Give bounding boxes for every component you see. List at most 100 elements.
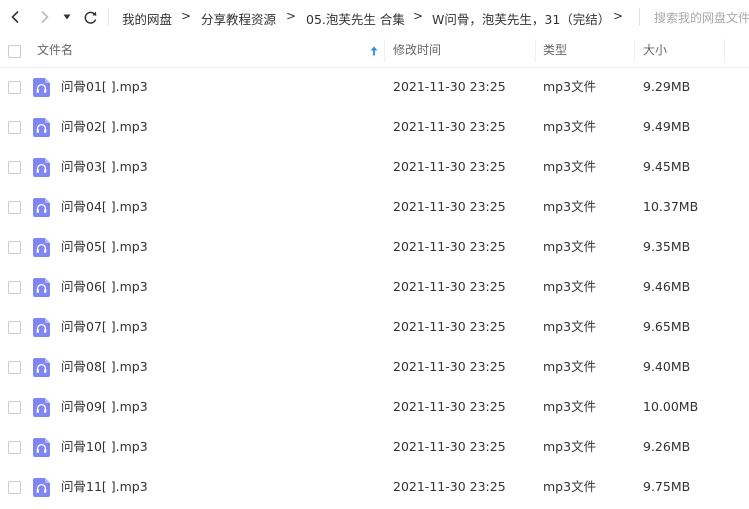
row-checkbox[interactable] <box>8 161 21 174</box>
row-checkbox[interactable] <box>8 281 21 294</box>
audio-file-icon <box>33 158 50 177</box>
column-divider[interactable] <box>535 39 536 62</box>
file-size: 9.45MB <box>643 159 691 174</box>
file-size: 9.65MB <box>643 319 691 334</box>
file-modified: 2021-11-30 23:25 <box>393 159 506 174</box>
table-row[interactable]: 问骨05[ ].mp3 2021-11-30 23:25 mp3文件 9.35M… <box>0 227 749 267</box>
file-type: mp3文件 <box>543 119 597 134</box>
file-modified: 2021-11-30 23:25 <box>393 279 506 294</box>
search-divider <box>639 8 640 26</box>
audio-file-icon <box>33 478 50 497</box>
column-divider[interactable] <box>724 39 725 62</box>
breadcrumb-separator: > <box>613 9 624 23</box>
audio-file-icon <box>33 398 50 417</box>
sort-up-icon[interactable] <box>370 46 378 56</box>
table-row[interactable]: 问骨06[ ].mp3 2021-11-30 23:25 mp3文件 9.46M… <box>0 267 749 307</box>
chevron-left-icon <box>11 10 19 24</box>
file-size: 9.49MB <box>643 119 691 134</box>
file-modified: 2021-11-30 23:25 <box>393 399 506 414</box>
search-input[interactable]: 搜索我的网盘文件 <box>654 9 749 26</box>
breadcrumb-separator: > <box>413 9 424 23</box>
history-dropdown-button[interactable] <box>60 6 74 28</box>
row-checkbox[interactable] <box>8 481 21 494</box>
file-name[interactable]: 问骨03[ ].mp3 <box>61 147 148 187</box>
row-checkbox[interactable] <box>8 441 21 454</box>
audio-file-icon <box>33 238 50 257</box>
file-name[interactable]: 问骨07[ ].mp3 <box>61 307 148 347</box>
column-header-modified[interactable]: 修改时间 <box>393 34 441 67</box>
table-row[interactable]: 问骨09[ ].mp3 2021-11-30 23:25 mp3文件 10.00… <box>0 387 749 427</box>
file-size: 9.46MB <box>643 279 691 294</box>
file-name[interactable]: 问骨08[ ].mp3 <box>61 347 148 387</box>
back-button[interactable] <box>6 6 26 28</box>
audio-file-icon <box>33 198 50 217</box>
file-size: 9.35MB <box>643 239 691 254</box>
table-row[interactable]: 问骨03[ ].mp3 2021-11-30 23:25 mp3文件 9.45M… <box>0 147 749 187</box>
file-size: 9.26MB <box>643 439 691 454</box>
file-name[interactable]: 问骨06[ ].mp3 <box>61 267 148 307</box>
row-checkbox[interactable] <box>8 321 21 334</box>
file-type: mp3文件 <box>543 359 597 374</box>
file-name[interactable]: 问骨09[ ].mp3 <box>61 387 148 427</box>
audio-file-icon <box>33 358 50 377</box>
file-name[interactable]: 问骨11[ ].mp3 <box>61 467 148 507</box>
table-row[interactable]: 问骨07[ ].mp3 2021-11-30 23:25 mp3文件 9.65M… <box>0 307 749 347</box>
audio-file-icon <box>33 118 50 137</box>
file-modified: 2021-11-30 23:25 <box>393 359 506 374</box>
column-header-name[interactable]: 文件名 <box>37 34 73 67</box>
column-header-type[interactable]: 类型 <box>543 34 567 67</box>
row-checkbox[interactable] <box>8 361 21 374</box>
file-name[interactable]: 问骨04[ ].mp3 <box>61 187 148 227</box>
file-name[interactable]: 问骨01[ ].mp3 <box>61 67 148 107</box>
row-checkbox[interactable] <box>8 401 21 414</box>
row-checkbox[interactable] <box>8 201 21 214</box>
file-type: mp3文件 <box>543 479 597 494</box>
row-checkbox[interactable] <box>8 241 21 254</box>
file-name[interactable]: 问骨02[ ].mp3 <box>61 107 148 147</box>
table-row[interactable]: 问骨08[ ].mp3 2021-11-30 23:25 mp3文件 9.40M… <box>0 347 749 387</box>
audio-file-icon <box>33 438 50 457</box>
file-type: mp3文件 <box>543 319 597 334</box>
table-row[interactable]: 问骨11[ ].mp3 2021-11-30 23:25 mp3文件 9.75M… <box>0 467 749 507</box>
column-header-size[interactable]: 大小 <box>643 34 667 67</box>
audio-file-icon <box>33 278 50 297</box>
row-checkbox[interactable] <box>8 81 21 94</box>
file-modified: 2021-11-30 23:25 <box>393 479 506 494</box>
file-type: mp3文件 <box>543 279 597 294</box>
breadcrumb-item-shared[interactable]: 分享教程资源 <box>201 9 276 28</box>
breadcrumb-item-root[interactable]: 我的网盘 <box>122 9 172 28</box>
breadcrumb-separator: > <box>181 9 192 23</box>
file-modified: 2021-11-30 23:25 <box>393 319 506 334</box>
select-all-checkbox[interactable] <box>8 45 21 58</box>
file-name[interactable]: 问骨10[ ].mp3 <box>61 427 148 467</box>
file-type: mp3文件 <box>543 239 597 254</box>
file-name[interactable]: 问骨05[ ].mp3 <box>61 227 148 267</box>
file-type: mp3文件 <box>543 159 597 174</box>
refresh-button[interactable] <box>80 6 100 28</box>
table-row[interactable]: 问骨04[ ].mp3 2021-11-30 23:25 mp3文件 10.37… <box>0 187 749 227</box>
file-modified: 2021-11-30 23:25 <box>393 119 506 134</box>
caret-down-icon <box>63 14 71 20</box>
file-type: mp3文件 <box>543 439 597 454</box>
column-divider[interactable] <box>384 39 385 62</box>
file-size: 10.00MB <box>643 399 699 414</box>
chevron-right-icon <box>41 10 49 24</box>
table-row[interactable]: 问骨10[ ].mp3 2021-11-30 23:25 mp3文件 9.26M… <box>0 427 749 467</box>
column-divider[interactable] <box>634 39 635 62</box>
file-type: mp3文件 <box>543 199 597 214</box>
breadcrumb-item-collection[interactable]: 05.泡芙先生 合集 <box>306 9 405 28</box>
file-size: 9.29MB <box>643 79 691 94</box>
file-size: 10.37MB <box>643 199 699 214</box>
file-modified: 2021-11-30 23:25 <box>393 439 506 454</box>
audio-file-icon <box>33 78 50 97</box>
breadcrumb-item-current[interactable]: W问骨，泡芙先生，31（完结） <box>432 9 610 28</box>
file-type: mp3文件 <box>543 399 597 414</box>
file-modified: 2021-11-30 23:25 <box>393 199 506 214</box>
table-row[interactable]: 问骨01[ ].mp3 2021-11-30 23:25 mp3文件 9.29M… <box>0 67 749 107</box>
refresh-icon <box>84 11 96 24</box>
forward-button[interactable] <box>34 6 54 28</box>
file-modified: 2021-11-30 23:25 <box>393 79 506 94</box>
row-checkbox[interactable] <box>8 121 21 134</box>
table-row[interactable]: 问骨02[ ].mp3 2021-11-30 23:25 mp3文件 9.49M… <box>0 107 749 147</box>
file-size: 9.40MB <box>643 359 691 374</box>
